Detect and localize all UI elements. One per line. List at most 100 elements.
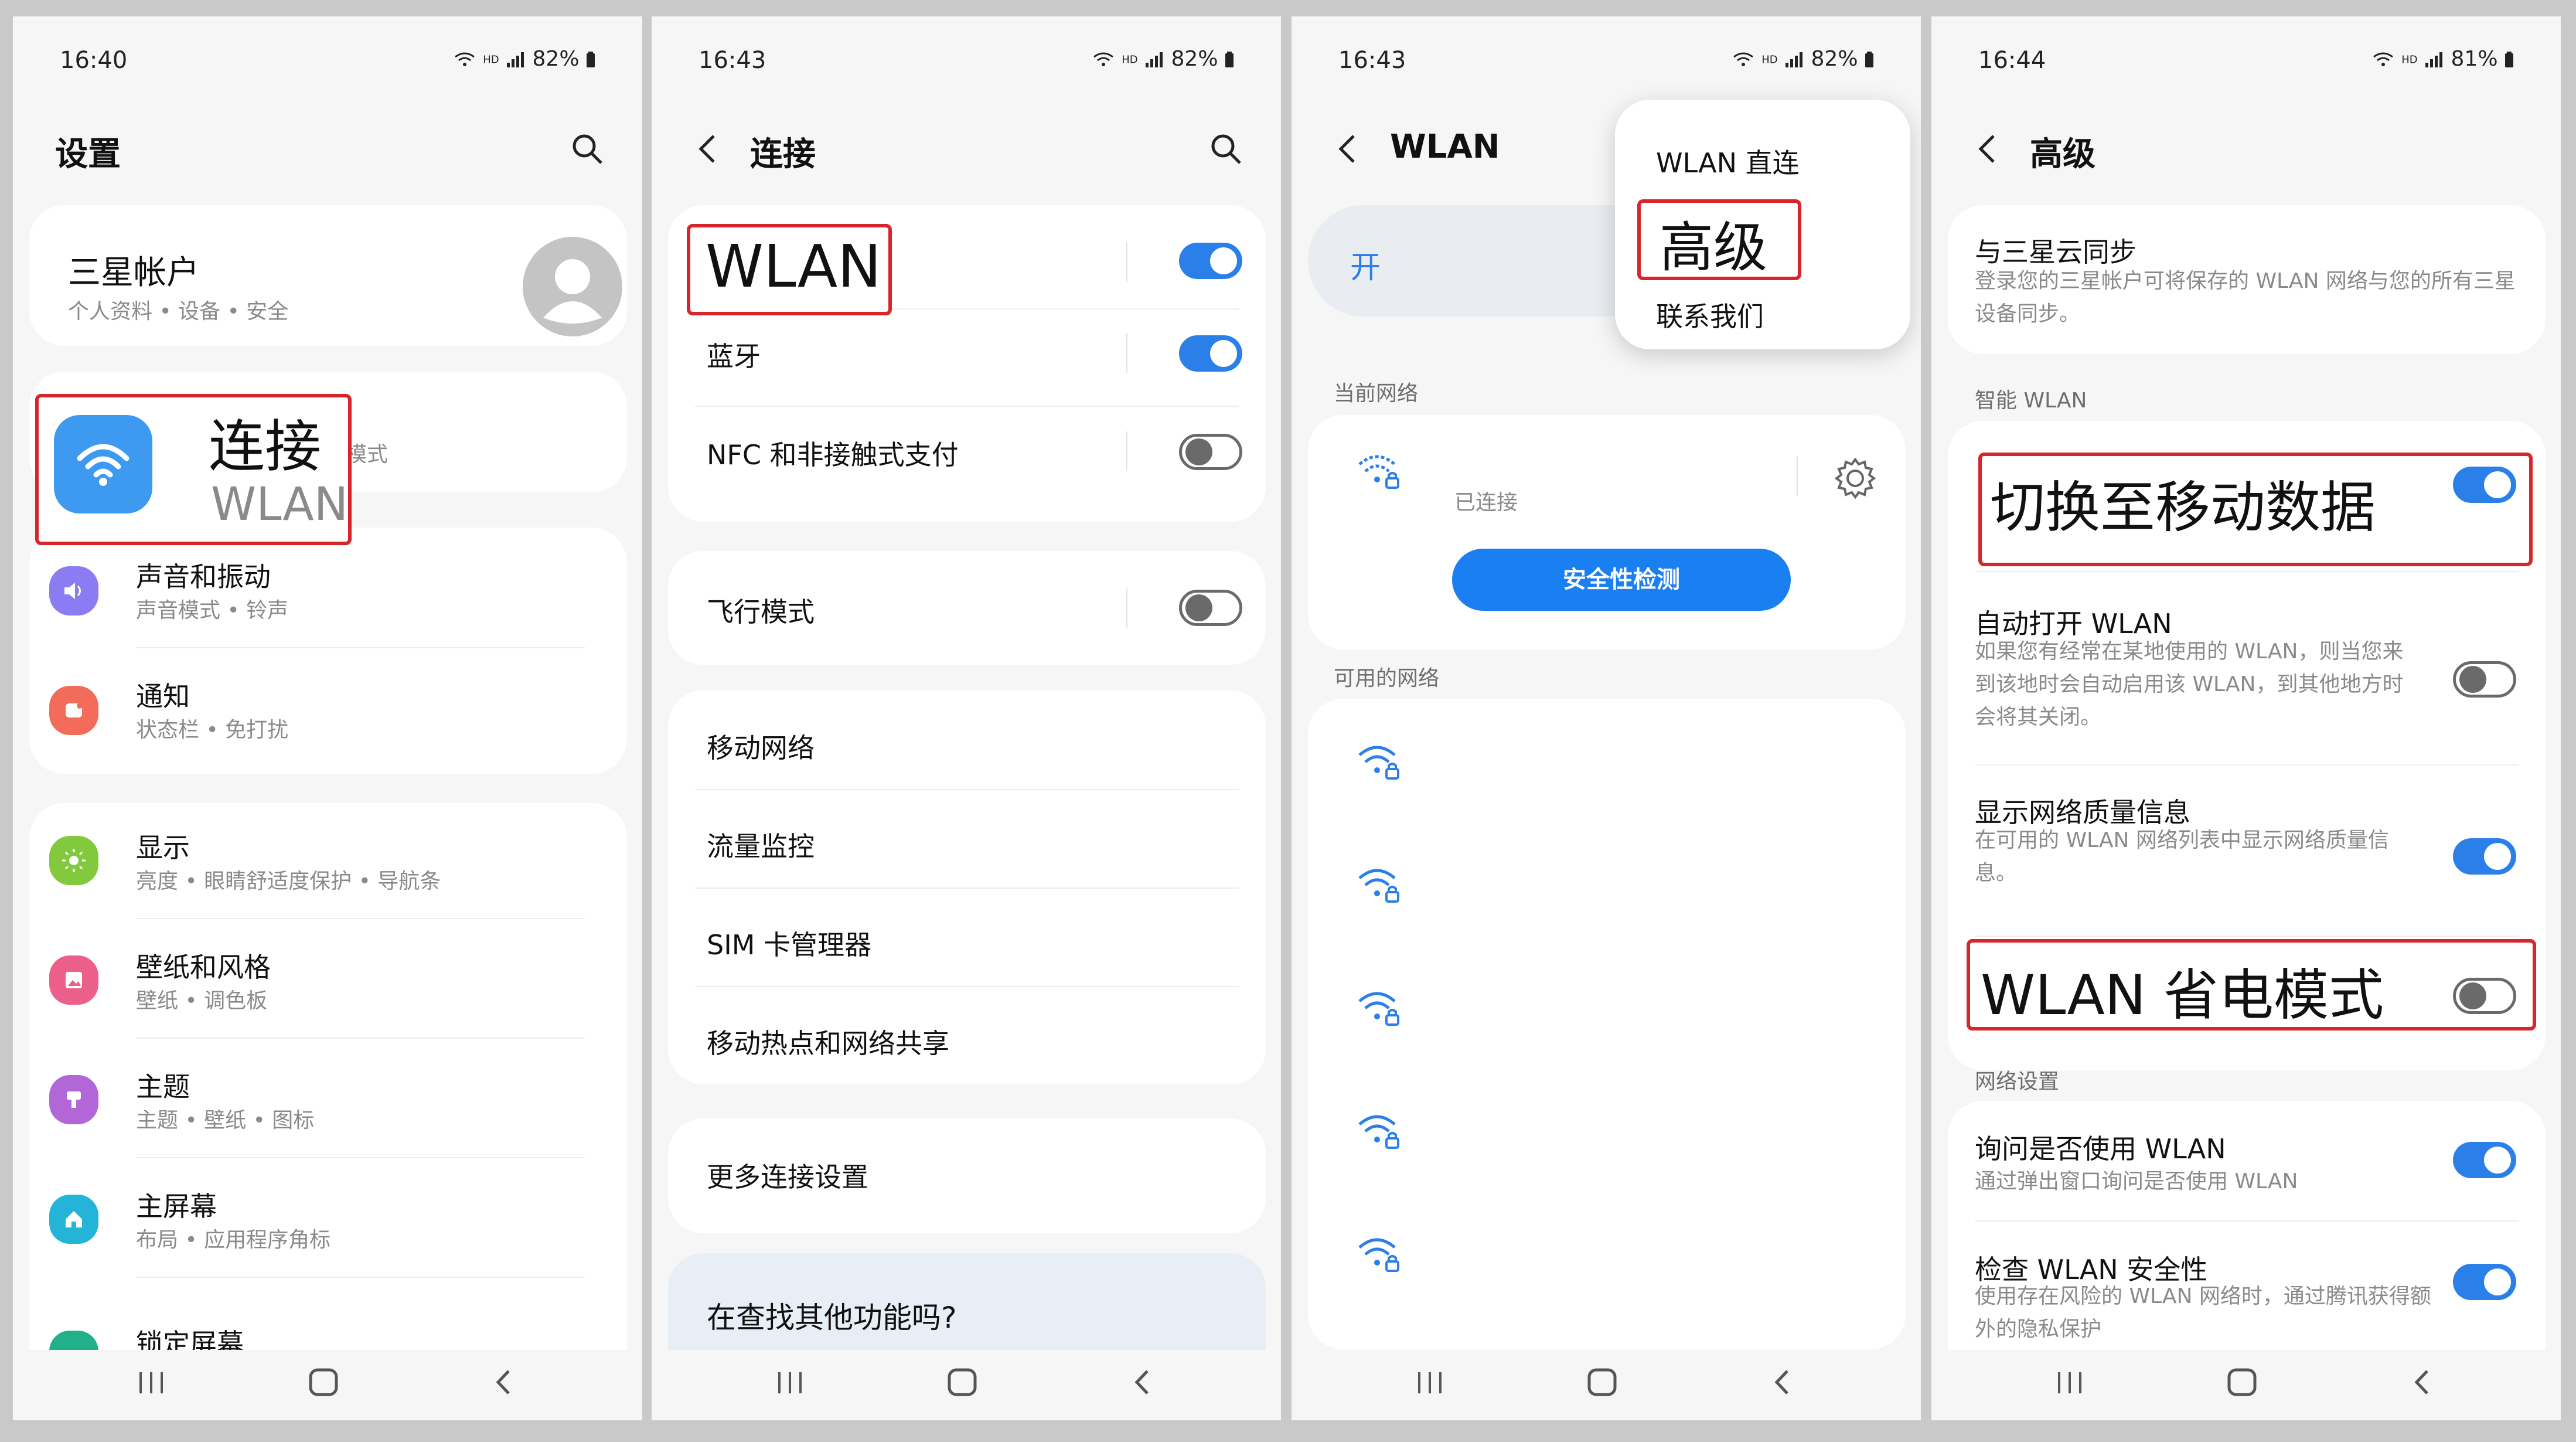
- navigation-bar: [13, 1350, 642, 1420]
- battery-percent: 82%: [1811, 47, 1858, 71]
- secured-wifi-icon[interactable]: [1356, 740, 1403, 784]
- divider: [1975, 571, 2519, 572]
- home-button-icon[interactable]: [1586, 1368, 1618, 1397]
- separator: [1797, 456, 1798, 496]
- connections-label: 连接: [209, 414, 321, 479]
- battery-percent: 81%: [2451, 47, 2498, 71]
- quality-info-description: 在可用的 WLAN 网络列表中显示网络质量信息。: [1975, 828, 2389, 885]
- connections-screen: 16:43 HD 82% 连接 蓝牙 NFC 和非接触式支付 飞行模式 移动网络…: [652, 16, 1281, 1420]
- connected-status: 已连接: [1454, 491, 1518, 515]
- secured-wifi-icon[interactable]: [1356, 1109, 1403, 1154]
- wifi-status-icon: [454, 52, 475, 66]
- security-check-button[interactable]: 安全性检测: [1452, 549, 1791, 611]
- network-card: 移动网络 流量监控 SIM 卡管理器 移动热点和网络共享: [668, 691, 1266, 1084]
- quality-info-toggle[interactable]: [2453, 838, 2516, 875]
- ask-wlan-toggle[interactable]: [2453, 1142, 2516, 1178]
- home-button-icon[interactable]: [2226, 1368, 2258, 1397]
- status-icons: HD 82%: [1732, 47, 1874, 71]
- back-arrow-icon[interactable]: [1334, 131, 1359, 166]
- cloud-sync-card[interactable]: 与三星云同步 登录您的三星帐户可将保存的 WLAN 网络与您的所有三星设备同步。: [1948, 205, 2546, 354]
- account-title: 三星帐户: [68, 254, 199, 292]
- check-security-description: 使用存在风险的 WLAN 网络时，通过腾讯获得额外的隐私保护: [1975, 1284, 2431, 1341]
- wifi-status-icon: [2373, 52, 2393, 66]
- overflow-menu: WLAN 直连 高级 联系我们: [1615, 100, 1910, 349]
- divider: [136, 647, 585, 648]
- page-title: 连接: [750, 135, 816, 174]
- nfc-toggle[interactable]: [1179, 434, 1242, 470]
- nfc-label: NFC 和非接触式支付: [707, 439, 959, 471]
- signal-icon: [2425, 52, 2443, 67]
- mobile-network-item[interactable]: 移动网络: [707, 727, 815, 766]
- back-button-icon[interactable]: [2406, 1368, 2439, 1397]
- bluetooth-toggle[interactable]: [1179, 335, 1242, 372]
- secured-wifi-icon[interactable]: [1356, 1232, 1403, 1277]
- back-button-icon[interactable]: [1126, 1368, 1159, 1397]
- battery-percent: 82%: [1171, 47, 1218, 71]
- switch-mobile-data-highlight[interactable]: 切换至移动数据: [1978, 453, 2533, 566]
- separator: [1126, 333, 1127, 373]
- more-settings-card[interactable]: 更多连接设置: [668, 1118, 1266, 1233]
- search-icon[interactable]: [570, 131, 605, 166]
- connections-subtitle: WLAN: [211, 478, 349, 531]
- more-settings-label: 更多连接设置: [707, 1161, 868, 1193]
- menu-item-title: 主屏幕: [136, 1191, 217, 1222]
- wlan-toggle[interactable]: [1179, 243, 1242, 279]
- back-button-icon[interactable]: [488, 1368, 520, 1397]
- menu-item-subtitle: 主题 • 壁纸 • 图标: [136, 1108, 315, 1132]
- recent-apps-icon[interactable]: [135, 1368, 168, 1397]
- available-networks-card: [1308, 699, 1906, 1349]
- avatar[interactable]: [523, 237, 622, 336]
- ask-wlan-title: 询问是否使用 WLAN: [1975, 1133, 2226, 1165]
- secured-wifi-icon[interactable]: [1356, 986, 1403, 1031]
- navigation-bar: [1292, 1350, 1921, 1420]
- divider: [695, 406, 1239, 407]
- menu-wlan-direct[interactable]: WLAN 直连: [1656, 142, 1800, 181]
- sim-manager-item[interactable]: SIM 卡管理器: [707, 924, 871, 963]
- menu-contact-us[interactable]: 联系我们: [1656, 295, 1764, 334]
- sound-item[interactable]: [29, 528, 627, 645]
- recent-apps-icon[interactable]: [774, 1368, 806, 1397]
- network-settings-header: 网络设置: [1975, 1070, 2060, 1094]
- home-button-icon[interactable]: [946, 1368, 979, 1397]
- secured-wifi-icon[interactable]: [1356, 863, 1403, 907]
- airplane-toggle[interactable]: [1179, 590, 1242, 626]
- airplane-card[interactable]: 飞行模式: [668, 551, 1266, 665]
- status-time: 16:43: [698, 47, 766, 74]
- divider: [136, 1157, 585, 1158]
- home-button-icon[interactable]: [307, 1368, 340, 1397]
- hotspot-item[interactable]: 移动热点和网络共享: [707, 1022, 949, 1061]
- account-subtitle: 个人资料 • 设备 • 安全: [68, 300, 289, 324]
- back-button-icon[interactable]: [1766, 1368, 1799, 1397]
- display-card: 显示 亮度 • 眼睛舒适度保护 • 导航条 壁纸和风格 壁纸 • 调色板 主题 …: [29, 803, 627, 1389]
- advanced-highlight[interactable]: 高级: [1637, 199, 1801, 280]
- gear-icon[interactable]: [1833, 456, 1878, 501]
- menu-advanced: 高级: [1660, 216, 1768, 279]
- page-title: 设置: [55, 135, 121, 174]
- back-arrow-icon[interactable]: [1974, 131, 1999, 166]
- wifi-icon: [54, 415, 152, 513]
- divider: [136, 1277, 585, 1278]
- battery-percent: 82%: [532, 47, 580, 71]
- data-usage-item[interactable]: 流量监控: [707, 825, 815, 864]
- page-title: WLAN: [1390, 128, 1500, 166]
- connections-highlight[interactable]: 连接 WLAN: [35, 394, 352, 545]
- signal-icon: [507, 52, 524, 67]
- search-icon[interactable]: [1208, 131, 1243, 166]
- wlan-highlight[interactable]: WLAN: [687, 224, 892, 315]
- cloud-sync-description: 登录您的三星帐户可将保存的 WLAN 网络与您的所有三星设备同步。: [1975, 269, 2516, 326]
- page-title: 高级: [2030, 135, 2095, 174]
- check-security-toggle[interactable]: [2453, 1264, 2516, 1300]
- notification-item[interactable]: [29, 649, 627, 767]
- status-time: 16:43: [1338, 47, 1406, 74]
- divider: [136, 918, 585, 919]
- recent-apps-icon[interactable]: [1413, 1368, 1446, 1397]
- account-card[interactable]: 三星帐户 个人资料 • 设备 • 安全: [29, 205, 627, 346]
- hd-indicator: HD: [483, 53, 499, 66]
- auto-wlan-toggle[interactable]: [2453, 661, 2516, 698]
- back-arrow-icon[interactable]: [694, 131, 720, 166]
- divider: [1975, 936, 2519, 937]
- ask-wlan-description: 通过弹出窗口询问是否使用 WLAN: [1975, 1169, 2298, 1193]
- settings-screen: 16:40 HD 82% 设置 三星帐户 个人资料 • 设备 • 安全 模式 声…: [13, 16, 642, 1420]
- recent-apps-icon[interactable]: [2053, 1368, 2086, 1397]
- power-save-highlight[interactable]: WLAN 省电模式: [1967, 939, 2536, 1031]
